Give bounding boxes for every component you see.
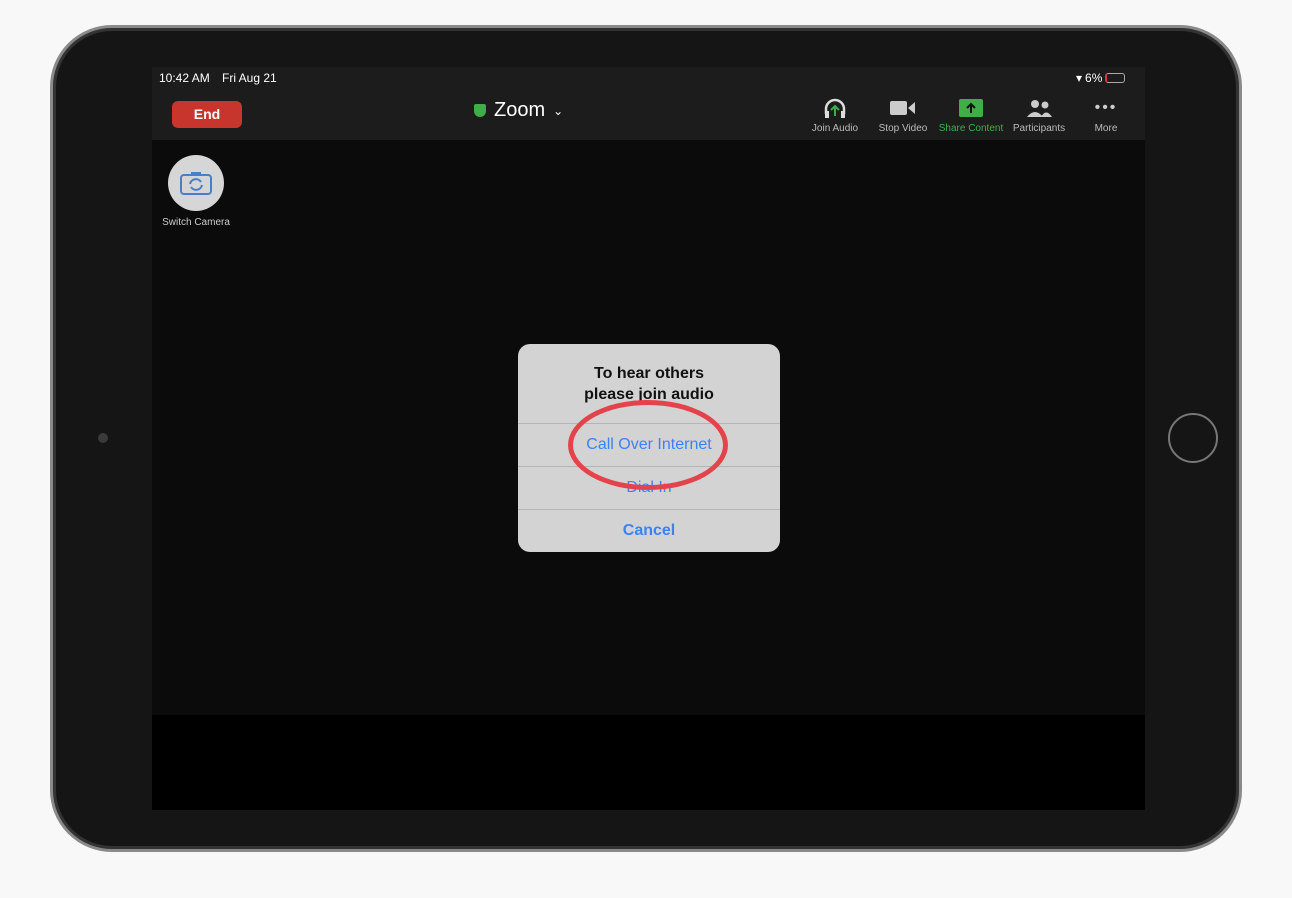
wifi-icon: ▾ [1076,71,1083,85]
meeting-title[interactable]: Zoom ⌄ [474,99,563,122]
cancel-button[interactable]: Cancel [518,509,780,552]
chevron-down-icon: ⌄ [553,103,564,118]
share-content-button[interactable]: Share Content [936,97,1006,134]
share-up-arrow-icon [936,97,1006,119]
highlight-ring-annotation [568,400,728,490]
video-camera-icon [868,97,938,119]
participants-icon [1004,97,1074,119]
stop-video-button[interactable]: Stop Video [868,97,938,134]
top-bar: 10:42 AM Fri Aug 21 ▾ 6% End Zoom ⌄ Join… [152,67,1145,140]
switch-camera-icon [168,155,224,211]
switch-camera-button[interactable]: Switch Camera [160,155,232,228]
more-dots-icon: ••• [1094,99,1118,116]
home-button[interactable] [1168,413,1218,463]
status-time: 10:42 AM [159,71,210,85]
join-audio-button[interactable]: Join Audio [800,97,870,134]
participants-button[interactable]: Participants [1004,97,1074,134]
front-camera [98,433,108,443]
battery-icon [1105,73,1126,83]
headphones-icon [800,97,870,119]
battery-percent: 6% [1085,71,1103,85]
status-date: Fri Aug 21 [222,71,277,85]
more-button[interactable]: ••• More [1071,97,1141,134]
screen: 10:42 AM Fri Aug 21 ▾ 6% End Zoom ⌄ Join… [152,67,1145,810]
end-button[interactable]: End [172,101,242,128]
shield-check-icon [474,104,486,117]
